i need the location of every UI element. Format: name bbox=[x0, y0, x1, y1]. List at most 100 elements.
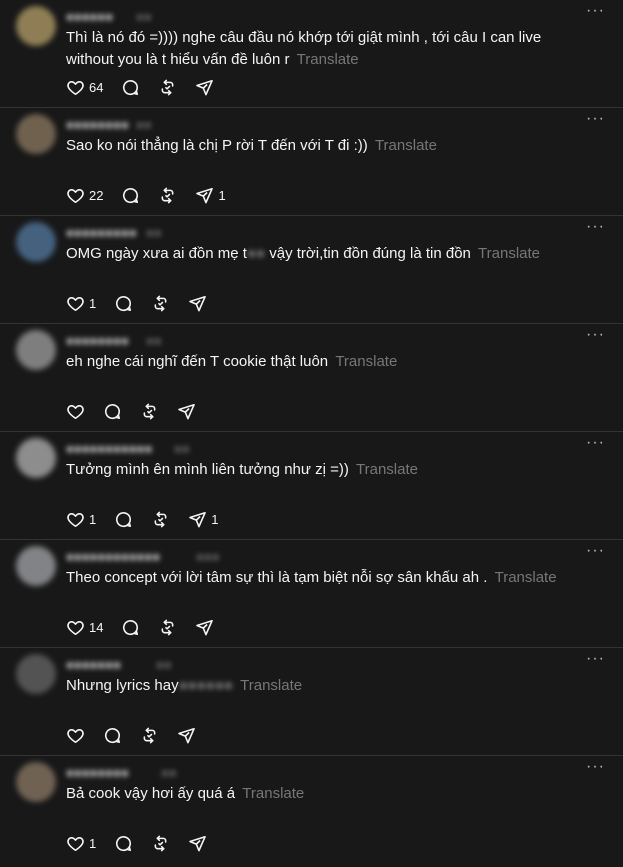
share-button[interactable] bbox=[195, 613, 214, 641]
repost-button[interactable] bbox=[158, 73, 177, 101]
share-button[interactable]: 1 bbox=[188, 505, 218, 533]
avatar[interactable] bbox=[16, 438, 56, 478]
avatar[interactable] bbox=[16, 330, 56, 370]
like-button[interactable]: 1 bbox=[66, 829, 96, 857]
action-bar bbox=[66, 397, 214, 425]
more-dots-icon[interactable]: ··· bbox=[586, 326, 605, 344]
action-bar: 64 bbox=[66, 73, 232, 101]
share-button[interactable] bbox=[195, 73, 214, 101]
translate-link[interactable]: Translate bbox=[240, 677, 302, 694]
timestamp: ●● bbox=[161, 765, 177, 780]
comment-item: ●●●●●●●●●●● ●● ··· Tưởng mình ên mình liên … bbox=[0, 432, 623, 540]
more-dots-icon[interactable]: ··· bbox=[586, 650, 605, 668]
action-bar: 11 bbox=[66, 505, 236, 533]
more-dots-icon[interactable]: ··· bbox=[586, 542, 605, 560]
timestamp: ●●● bbox=[196, 549, 220, 564]
avatar[interactable] bbox=[16, 6, 56, 46]
avatar[interactable] bbox=[16, 654, 56, 694]
comment-item: ●●●●●●●●● ●● ··· OMG ngày xưa ai đồn mẹ t●●… bbox=[0, 216, 623, 324]
repost-button[interactable] bbox=[151, 829, 170, 857]
like-button[interactable]: 22 bbox=[66, 181, 103, 209]
heart-icon bbox=[66, 186, 85, 205]
send-icon bbox=[195, 186, 214, 205]
comment-text: Tưởng mình ên mình liên tưởng như zị =))… bbox=[66, 459, 583, 481]
username[interactable]: ●●●●●●●●●●●● bbox=[66, 549, 160, 564]
translate-link[interactable]: Translate bbox=[495, 569, 557, 586]
repost-button[interactable] bbox=[158, 613, 177, 641]
like-button[interactable] bbox=[66, 397, 85, 425]
avatar[interactable] bbox=[16, 546, 56, 586]
more-dots-icon[interactable]: ··· bbox=[586, 218, 605, 236]
send-icon bbox=[188, 834, 207, 853]
heart-icon bbox=[66, 294, 85, 313]
avatar[interactable] bbox=[16, 762, 56, 802]
comment-body: Bả cook vậy hơi ấy quá á bbox=[66, 785, 236, 802]
username[interactable]: ●●●●●● bbox=[66, 9, 113, 24]
more-dots-icon[interactable]: ··· bbox=[586, 758, 605, 776]
translate-link[interactable]: Translate bbox=[335, 353, 397, 370]
speech-bubble-icon bbox=[114, 834, 133, 853]
share-button[interactable] bbox=[188, 289, 207, 317]
username[interactable]: ●●●●●●●● bbox=[66, 765, 129, 780]
repost-button[interactable] bbox=[140, 397, 159, 425]
reply-button[interactable] bbox=[114, 829, 133, 857]
reply-button[interactable] bbox=[121, 613, 140, 641]
reply-button[interactable] bbox=[121, 181, 140, 209]
shares-count: 1 bbox=[211, 511, 219, 527]
heart-icon bbox=[66, 78, 85, 97]
username[interactable]: ●●●●●●●● bbox=[66, 333, 129, 348]
more-dots-icon[interactable]: ··· bbox=[586, 110, 605, 128]
repost-icon bbox=[158, 78, 177, 97]
translate-link[interactable]: Translate bbox=[478, 245, 540, 262]
likes-count: 22 bbox=[89, 187, 104, 203]
reply-button[interactable] bbox=[114, 289, 133, 317]
translate-link[interactable]: Translate bbox=[242, 785, 304, 802]
username[interactable]: ●●●●●●●●●●● bbox=[66, 441, 152, 456]
reply-button[interactable] bbox=[114, 505, 133, 533]
comment-text: Theo concept với lời tâm sự thì là tạm b… bbox=[66, 567, 583, 589]
share-button[interactable] bbox=[177, 721, 196, 749]
redacted-text: ●● bbox=[246, 245, 266, 262]
heart-icon bbox=[66, 834, 85, 853]
translate-link[interactable]: Translate bbox=[375, 137, 437, 154]
avatar[interactable] bbox=[16, 114, 56, 154]
share-button[interactable]: 1 bbox=[195, 181, 226, 209]
more-dots-icon[interactable]: ··· bbox=[586, 2, 605, 20]
speech-bubble-icon bbox=[121, 186, 140, 205]
reply-button[interactable] bbox=[103, 397, 122, 425]
comment-text: Nhưng lyrics hay●●●●●● Translate bbox=[66, 675, 583, 697]
translate-link[interactable]: Translate bbox=[356, 461, 418, 478]
comment-feed: ●●●●●● ●● ··· Thì là nó đó =)))) nghe câu đ… bbox=[0, 0, 623, 867]
repost-button[interactable] bbox=[140, 721, 159, 749]
comment-text: Bả cook vậy hơi ấy quá á Translate bbox=[66, 783, 583, 805]
comment-body: Theo concept với lời tâm sự thì là tạm b… bbox=[66, 569, 488, 586]
send-icon bbox=[195, 78, 214, 97]
username[interactable]: ●●●●●●●● bbox=[66, 117, 129, 132]
redacted-text: ●●●●●● bbox=[178, 677, 233, 694]
send-icon bbox=[177, 726, 196, 745]
comment-item: ●●●●●●●● ●● ··· Bả cook vậy hơi ấy quá á Tr… bbox=[0, 756, 623, 864]
repost-button[interactable] bbox=[151, 289, 170, 317]
more-dots-icon[interactable]: ··· bbox=[586, 434, 605, 452]
repost-button[interactable] bbox=[158, 181, 177, 209]
like-button[interactable]: 64 bbox=[66, 73, 103, 101]
share-button[interactable] bbox=[177, 397, 196, 425]
action-bar: 1 bbox=[66, 829, 225, 857]
heart-icon bbox=[66, 618, 85, 637]
reply-button[interactable] bbox=[121, 73, 140, 101]
repost-icon bbox=[158, 186, 177, 205]
username[interactable]: ●●●●●●●●● bbox=[66, 225, 137, 240]
translate-link[interactable]: Translate bbox=[297, 51, 359, 68]
speech-bubble-icon bbox=[103, 726, 122, 745]
likes-count: 64 bbox=[89, 79, 104, 95]
action-bar: 22 1 bbox=[66, 181, 244, 209]
like-button[interactable]: 14 bbox=[66, 613, 103, 641]
reply-button[interactable] bbox=[103, 721, 122, 749]
like-button[interactable] bbox=[66, 721, 85, 749]
like-button[interactable]: 1 bbox=[66, 505, 96, 533]
share-button[interactable] bbox=[188, 829, 207, 857]
username[interactable]: ●●●●●●● bbox=[66, 657, 121, 672]
like-button[interactable]: 1 bbox=[66, 289, 96, 317]
avatar[interactable] bbox=[16, 222, 56, 262]
repost-button[interactable] bbox=[151, 505, 170, 533]
